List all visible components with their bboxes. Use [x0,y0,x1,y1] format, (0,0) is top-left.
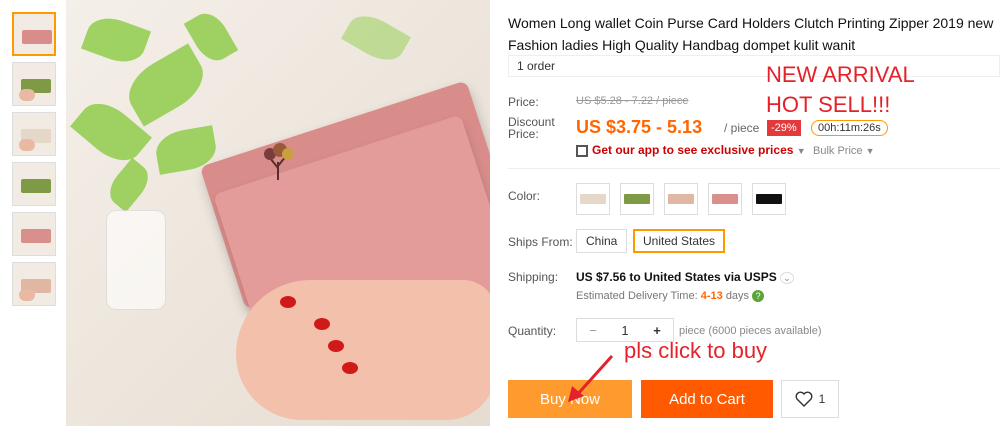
thumbnail-2[interactable] [12,62,56,106]
wishlist-count: 1 [818,392,826,406]
shipping-value: US $7.56 to United States via USPS [576,270,777,284]
product-title: Women Long wallet Coin Purse Card Holder… [508,15,994,53]
bulk-price-dropdown[interactable]: Bulk Price ▼ [813,145,875,157]
ships-from-label: Ships From: [508,235,573,249]
add-to-cart-button[interactable]: Add to Cart [641,380,773,418]
delivery-days: 4-13 [700,290,723,302]
app-promo-link[interactable]: Get our app to see exclusive prices ▼ [576,143,806,157]
wishlist-button[interactable]: 1 [781,380,839,418]
current-price: US $3.75 - 5.13 [576,117,703,137]
color-swatches [576,183,786,215]
shipping-label: Shipping: [508,270,559,284]
ships-from-united-states[interactable]: United States [633,229,726,253]
order-count: 1 order [508,55,1000,77]
thumbnail-1[interactable] [12,12,56,56]
chevron-down-icon: ▼ [796,146,806,156]
shipping-option[interactable]: US $7.56 to United States via USPS ⌄ [576,270,794,284]
delivery-suffix: days [725,290,750,302]
annotation-click-to-buy: pls click to buy [624,338,768,363]
quantity-label: Quantity: [508,324,557,338]
ships-from-china[interactable]: China [576,229,628,253]
discount-badge: -29% [767,120,801,136]
divider [508,168,1000,169]
estimated-delivery: Estimated Delivery Time: 4-13 days ? [576,290,765,303]
thumbnail-5[interactable] [12,212,56,256]
chevron-down-icon: ⌄ [780,272,794,284]
price-unit: / piece [724,121,760,135]
thumbnail-3[interactable] [12,112,56,156]
delivery-prefix: Estimated Delivery Time: [576,290,698,302]
heart-icon [795,391,813,407]
annotation-hot-sell: HOT SELL!!! [766,92,891,117]
bulk-price-label: Bulk Price [813,145,863,157]
chevron-down-icon: ▼ [865,146,875,156]
main-product-image[interactable] [66,0,490,426]
original-price: US $5.28 - 7.22 / piece [576,95,689,107]
stock-note: piece (6000 pieces available) [679,325,822,337]
quantity-decrease-button[interactable]: − [577,323,609,338]
price-label: Price: [508,95,539,109]
tree-logo-icon [264,143,294,180]
color-swatch-5[interactable] [752,183,786,215]
qr-code-icon [576,144,588,157]
discount-price-label-2: Price: [508,127,539,141]
color-swatch-3[interactable] [664,183,698,215]
quantity-increase-button[interactable]: + [641,323,673,338]
annotation-arrow-icon [568,354,614,402]
color-swatch-1[interactable] [576,183,610,215]
thumbnail-strip [12,12,58,312]
thumbnail-4[interactable] [12,162,56,206]
countdown-timer: 00h:11m:26s [811,120,888,136]
quantity-input[interactable]: 1 [609,323,641,338]
help-icon[interactable]: ? [752,290,765,303]
color-swatch-2[interactable] [620,183,654,215]
color-swatch-4[interactable] [708,183,742,215]
color-label: Color: [508,189,541,203]
thumbnail-6[interactable] [12,262,56,306]
annotation-new-arrival: NEW ARRIVAL [766,62,915,87]
app-promo-text: Get our app to see exclusive prices [592,143,794,157]
